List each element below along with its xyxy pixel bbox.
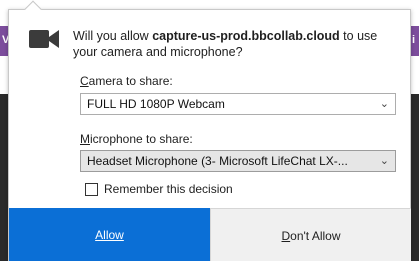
camera-label: Camera to share: — [80, 74, 173, 88]
camera-select[interactable]: FULL HD 1080P Webcam ⌄ — [80, 93, 396, 115]
chevron-down-icon: ⌄ — [379, 155, 389, 167]
background-dark-left — [0, 94, 8, 261]
background-letter-right: i — [412, 34, 416, 46]
microphone-label-accesskey: M — [80, 132, 90, 146]
camera-label-accesskey: C — [80, 74, 89, 88]
permission-doorhanger: Will you allow capture-us-prod.bbcollab.… — [8, 0, 411, 261]
remember-decision-label[interactable]: Remember this decision — [104, 182, 233, 196]
dont-allow-button[interactable]: Don't Allow — [210, 208, 411, 261]
permission-message: Will you allow capture-us-prod.bbcollab.… — [73, 28, 403, 60]
dont-allow-label: on't Allow — [290, 228, 341, 243]
message-prefix: Will you allow — [73, 29, 153, 43]
microphone-select-value: Headset Microphone (3- Microsoft LifeCha… — [87, 154, 348, 168]
background-page-strip-right: i — [411, 26, 419, 56]
camera-icon — [28, 27, 60, 51]
chevron-down-icon: ⌄ — [379, 98, 389, 110]
requesting-domain: capture-us-prod.bbcollab.cloud — [152, 29, 340, 43]
background-dark-right — [411, 94, 419, 261]
remember-decision-checkbox[interactable] — [85, 183, 98, 196]
camera-select-value: FULL HD 1080P Webcam — [87, 97, 225, 111]
camera-label-text: amera to share: — [88, 74, 173, 88]
allow-button[interactable]: Allow — [9, 208, 210, 261]
doorhanger-arrow — [24, 0, 42, 18]
microphone-label: Microphone to share: — [80, 132, 193, 146]
dont-allow-accesskey: D — [281, 228, 291, 243]
microphone-label-text: icrophone to share: — [90, 132, 193, 146]
microphone-select[interactable]: Headset Microphone (3- Microsoft LifeCha… — [80, 150, 396, 172]
